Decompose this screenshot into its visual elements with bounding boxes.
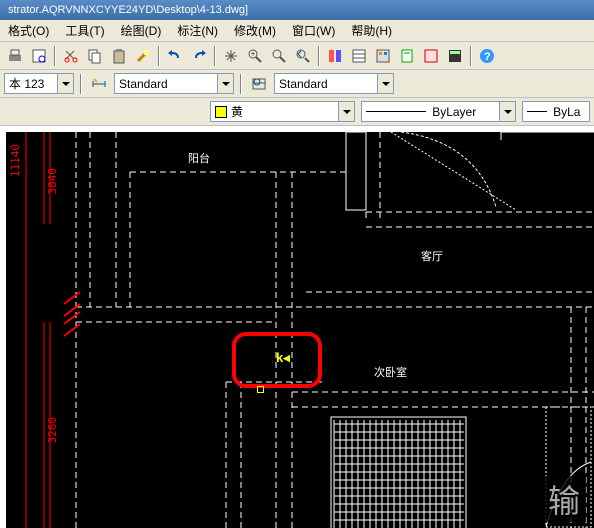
separator bbox=[470, 46, 472, 66]
zoom-realtime-button[interactable]: + bbox=[244, 45, 266, 67]
dropdown-icon bbox=[377, 74, 393, 93]
table-style-combo[interactable]: Standard bbox=[274, 73, 394, 94]
linetype-value: ByLayer bbox=[432, 105, 476, 119]
dimension-text: 11140 bbox=[9, 144, 22, 177]
title-bar: strator.AQRVNNXCYYE24YD\Desktop\4-13.dwg… bbox=[0, 0, 594, 20]
separator bbox=[158, 46, 160, 66]
dsm-button[interactable] bbox=[348, 45, 370, 67]
linetype-preview bbox=[366, 111, 426, 113]
color-swatch-icon bbox=[215, 106, 227, 118]
pan-button[interactable] bbox=[220, 45, 242, 67]
quickcalc-button[interactable] bbox=[444, 45, 466, 67]
svg-text:+: + bbox=[251, 51, 255, 58]
ssm-button[interactable] bbox=[396, 45, 418, 67]
menu-dimension[interactable]: 标注(N) bbox=[169, 20, 226, 41]
dim-style-combo[interactable]: Standard bbox=[114, 73, 234, 94]
separator bbox=[318, 46, 320, 66]
drawing-area[interactable]: hatch 11140 3840 3260 阳台 客厅 次卧室 bbox=[6, 132, 594, 528]
svg-text:?: ? bbox=[484, 51, 491, 63]
match-button[interactable] bbox=[132, 45, 154, 67]
dimension-text: 3840 bbox=[46, 168, 59, 195]
color-combo[interactable]: 黄 bbox=[210, 101, 355, 122]
dropdown-icon bbox=[217, 74, 233, 93]
text-style-combo[interactable]: 本 123 bbox=[4, 73, 74, 94]
menu-draw[interactable]: 绘图(D) bbox=[113, 20, 170, 41]
room-label-bedroom: 次卧室 bbox=[374, 364, 407, 380]
dim-style-value: Standard bbox=[119, 77, 168, 91]
layer-toolbar: 黄 ByLayer ByLa bbox=[0, 98, 594, 126]
dimension-text: 3260 bbox=[46, 417, 59, 444]
zoom-window-button[interactable] bbox=[268, 45, 290, 67]
linetype-combo[interactable]: ByLayer bbox=[361, 101, 516, 122]
separator bbox=[54, 46, 56, 66]
hatch-pattern bbox=[334, 420, 464, 528]
separator bbox=[214, 46, 216, 66]
menu-modify[interactable]: 修改(M) bbox=[226, 20, 284, 41]
menu-window[interactable]: 窗口(W) bbox=[284, 20, 343, 41]
drawing-canvas[interactable]: hatch 11140 3840 3260 阳台 客厅 次卧室 bbox=[0, 126, 594, 528]
menu-help[interactable]: 帮助(H) bbox=[343, 20, 400, 41]
room-label-balcony: 阳台 bbox=[188, 150, 210, 166]
table-style-icon[interactable] bbox=[248, 73, 270, 95]
markup-button[interactable] bbox=[420, 45, 442, 67]
crosshair-cursor-icon: k◂ bbox=[276, 350, 290, 366]
redo-button[interactable] bbox=[188, 45, 210, 67]
lineweight-preview bbox=[527, 111, 547, 113]
undo-button[interactable] bbox=[164, 45, 186, 67]
dim-style-icon[interactable] bbox=[88, 73, 110, 95]
text-style-value: 本 123 bbox=[9, 75, 44, 92]
tool-palette-button[interactable] bbox=[372, 45, 394, 67]
dropdown-icon bbox=[499, 102, 515, 121]
color-value: 黄 bbox=[231, 103, 243, 120]
separator bbox=[80, 74, 82, 94]
copy-button[interactable] bbox=[84, 45, 106, 67]
title-text: strator.AQRVNNXCYYE24YD\Desktop\4-13.dwg… bbox=[8, 4, 248, 16]
dropdown-icon bbox=[57, 74, 73, 93]
paste-button[interactable] bbox=[108, 45, 130, 67]
lineweight-value: ByLa bbox=[553, 105, 580, 119]
lineweight-combo[interactable]: ByLa bbox=[522, 101, 590, 122]
room-label-living: 客厅 bbox=[421, 248, 443, 264]
grip-marker[interactable] bbox=[257, 386, 264, 393]
dropdown-icon bbox=[338, 102, 354, 121]
menu-tools[interactable]: 工具(T) bbox=[57, 20, 112, 41]
print-button[interactable] bbox=[4, 45, 26, 67]
table-style-value: Standard bbox=[279, 77, 328, 91]
print-preview-button[interactable] bbox=[28, 45, 50, 67]
ime-indicator: 输 bbox=[542, 476, 586, 522]
separator bbox=[240, 74, 242, 94]
zoom-previous-button[interactable] bbox=[292, 45, 314, 67]
floorplan-svg: hatch bbox=[6, 132, 594, 528]
menu-format[interactable]: 格式(O) bbox=[0, 20, 57, 41]
style-toolbar: 本 123 Standard Standard bbox=[0, 70, 594, 98]
help-button[interactable]: ? bbox=[476, 45, 498, 67]
cut-button[interactable] bbox=[60, 45, 82, 67]
main-toolbar: + ? bbox=[0, 42, 594, 70]
properties-button[interactable] bbox=[324, 45, 346, 67]
menu-bar: 格式(O) 工具(T) 绘图(D) 标注(N) 修改(M) 窗口(W) 帮助(H… bbox=[0, 20, 594, 42]
